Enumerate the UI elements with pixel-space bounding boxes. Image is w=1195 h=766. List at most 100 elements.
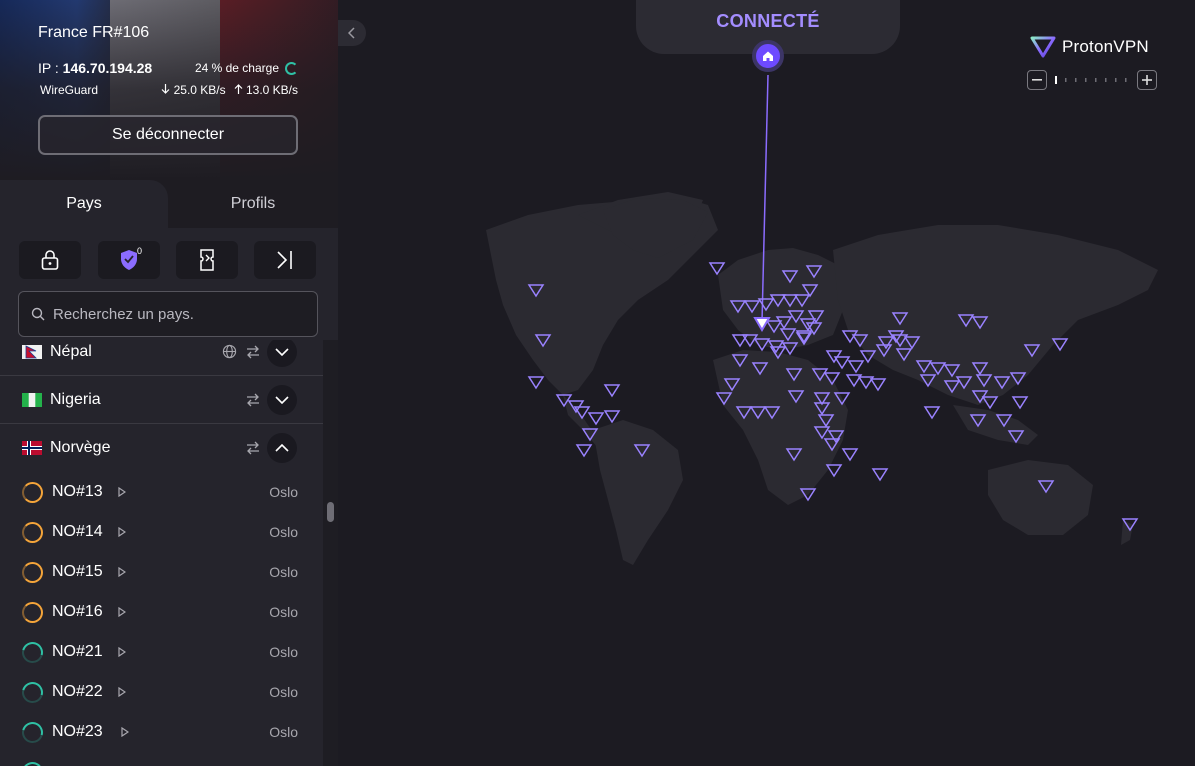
search-icon [31,307,45,321]
brand-name: ProtonVPN [1062,37,1149,56]
chevron-up-icon [275,444,289,452]
chevron-down-icon [275,347,289,356]
minus-icon [1032,79,1042,81]
server-marker[interactable] [587,412,605,426]
play-icon[interactable] [118,527,126,537]
load-indicator-icon [18,757,47,766]
server-marker[interactable] [1011,396,1029,410]
collapse-button[interactable] [267,433,297,463]
chevron-left-icon [348,27,355,39]
server-name: NO#15 [52,563,103,580]
load-indicator-icon [18,677,47,707]
zoom-in-button[interactable] [1137,70,1157,90]
p2p-arrows-icon [247,393,259,406]
tab-profiles[interactable]: Profils [168,180,338,228]
ip-address: IP : 146.70.194.28 [38,60,152,76]
country-name: Nigeria [50,390,101,408]
server-load: 24 % de charge [195,61,298,75]
ip-value: 146.70.194.28 [62,60,153,76]
search-input[interactable] [53,305,303,323]
load-indicator-icon [18,717,47,747]
server-marker[interactable] [871,468,889,482]
play-icon[interactable] [118,487,126,497]
server-row-no13[interactable]: NO#13 Oslo [0,472,323,512]
split-tunneling-button[interactable] [254,241,316,279]
protocol-label: WireGuard [40,83,99,97]
server-city: Oslo [269,564,298,580]
server-row-no16[interactable]: NO#16 Oslo [0,592,323,632]
country-name: Népal [50,342,92,360]
load-ring-icon [285,61,298,75]
server-marker[interactable] [527,376,545,390]
zoom-control [1027,70,1157,90]
search-box[interactable] [18,291,318,337]
traffic-speeds: 25.0 KB/s 13.0 KB/s [161,83,298,97]
norway-flag-icon [22,441,42,455]
download-speed-value: 25.0 KB/s [173,83,226,97]
server-row-partial[interactable] [0,752,323,766]
server-name: NO#14 [52,523,103,540]
country-row-norway[interactable]: Norvège [0,424,323,472]
server-marker[interactable] [833,356,851,370]
scrollbar-thumb[interactable] [327,502,334,522]
streaming-button[interactable] [176,241,238,279]
server-row-no23[interactable]: NO#23 Oslo [0,712,323,752]
nigeria-flag-icon [22,392,42,407]
server-marker[interactable] [847,360,865,374]
world-map[interactable] [338,0,1195,766]
home-location-pin[interactable] [752,40,784,72]
expand-button[interactable] [267,384,297,415]
scrollbar-track[interactable] [323,340,338,766]
server-marker[interactable] [923,406,941,420]
play-icon[interactable] [118,607,126,617]
streaming-ticket-icon [200,249,214,271]
play-icon[interactable] [118,567,126,577]
secure-core-button[interactable] [19,241,81,279]
country-row-nigeria[interactable]: Nigeria [0,376,323,424]
netshield-button[interactable]: 0 [98,241,160,279]
play-icon[interactable] [118,687,126,697]
globe-icon [222,344,237,359]
country-name: Norvège [50,439,111,456]
server-marker[interactable] [869,378,887,392]
netshield-badge: 0 [136,246,142,256]
expand-button[interactable] [267,340,297,367]
server-row-no15[interactable]: NO#15 Oslo [0,552,323,592]
server-name: NO#21 [52,643,103,660]
server-name: NO#23 [52,723,103,740]
p2p-arrows-icon [247,441,259,455]
connection-panel: France FR#106 IP : 146.70.194.28 24 % de… [0,0,338,180]
server-row-no22[interactable]: NO#22 Oslo [0,672,323,712]
play-icon[interactable] [121,727,129,737]
arrow-down-icon [161,84,170,94]
protonvpn-logo: ProtonVPN [1030,36,1149,58]
country-list: Népal Nigeria Norvège NO#13 Oslo NO#14 O… [0,340,323,766]
play-icon[interactable] [118,647,126,657]
protonvpn-triangle-icon [1030,36,1056,58]
server-marker[interactable] [603,384,621,398]
server-marker[interactable] [603,410,621,424]
server-row-no14[interactable]: NO#14 Oslo [0,512,323,552]
load-indicator-icon [22,481,43,503]
collapse-sidebar-button[interactable] [338,20,366,46]
country-row-nepal[interactable]: Népal [0,340,323,376]
tab-countries[interactable]: Pays [0,180,168,228]
server-name: NO#13 [52,483,103,500]
server-row-no21[interactable]: NO#21 Oslo [0,632,323,672]
home-icon [763,51,773,61]
arrow-up-icon [234,84,243,94]
server-city: Oslo [269,604,298,620]
ip-label: IP : [38,60,63,76]
zoom-out-button[interactable] [1027,70,1047,90]
disconnect-button[interactable]: Se déconnecter [38,115,298,155]
plus-icon [1142,75,1152,85]
server-marker[interactable] [841,448,859,462]
server-name: NO#16 [52,603,103,620]
server-marker[interactable] [575,444,593,458]
sidebar-tabs: Pays Profils [0,180,338,228]
server-city: Oslo [269,684,298,700]
upload-speed: 13.0 KB/s [234,83,298,97]
zoom-slider[interactable] [1055,76,1131,84]
split-tunnel-icon [277,251,292,269]
server-city: Oslo [269,644,298,660]
